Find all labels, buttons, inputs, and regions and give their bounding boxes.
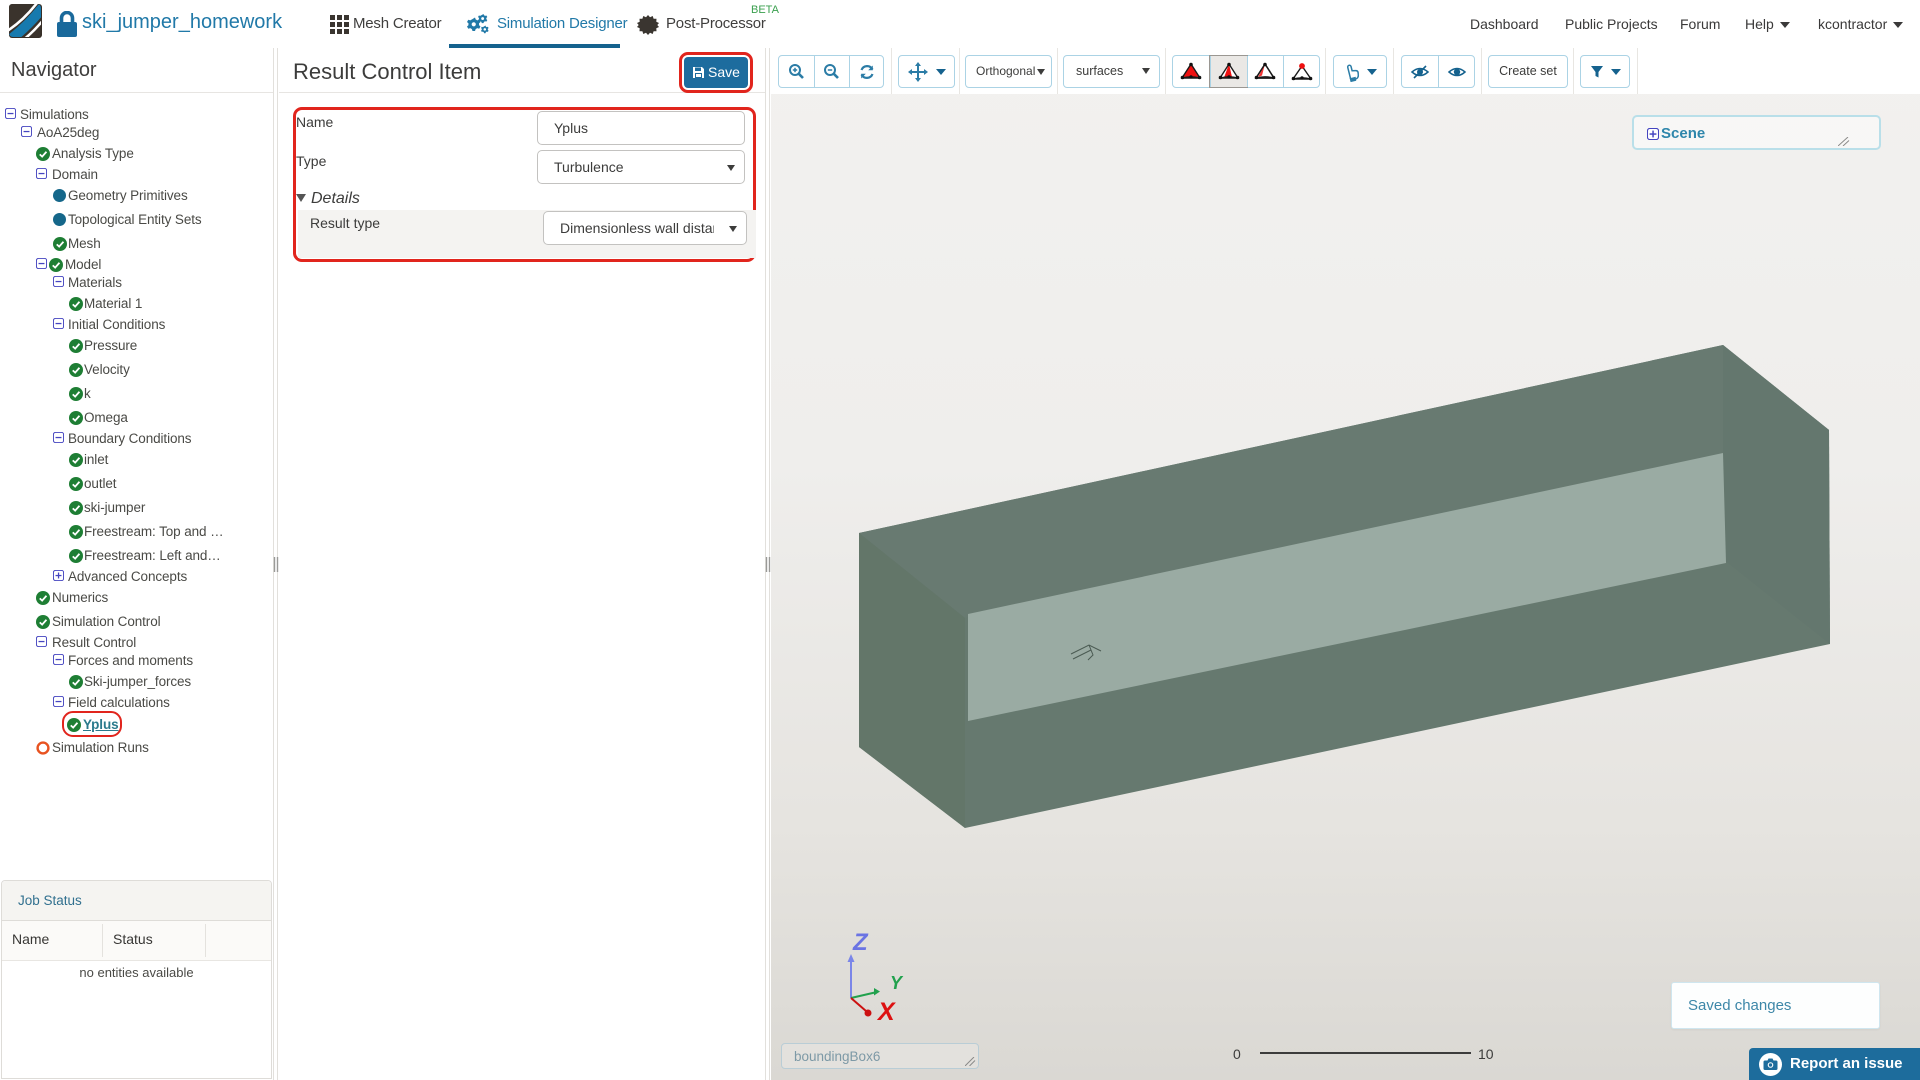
svg-text:Z: Z [852, 929, 869, 956]
svg-text:Y: Y [890, 973, 904, 993]
svg-text:X: X [876, 998, 896, 1026]
